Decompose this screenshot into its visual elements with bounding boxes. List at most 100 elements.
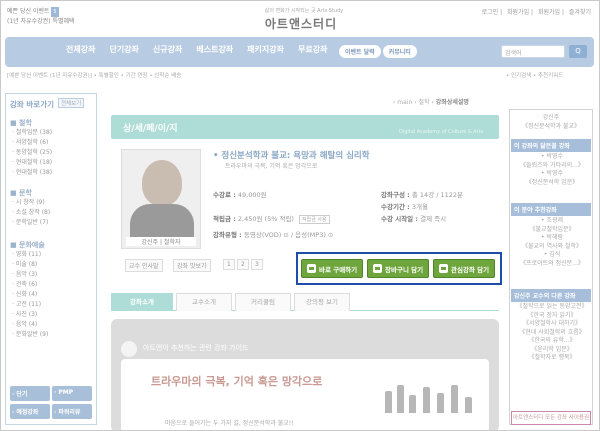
nav-pill-event[interactable]: 이벤트 달력	[339, 45, 381, 58]
quick-pmp-button[interactable]: · PMP	[52, 386, 92, 401]
nav-pill-community[interactable]: 커뮤니티	[382, 45, 417, 58]
nav-item-free[interactable]: 무료강좌	[293, 44, 332, 55]
quick-upcoming-button[interactable]: · 예정강좌	[10, 404, 50, 419]
list-item[interactable]: • 조광제	[514, 217, 590, 226]
preview-page-3[interactable]: 3	[251, 259, 263, 270]
list-item[interactable]: 《서양철학사 대하기》	[514, 320, 590, 329]
list-item[interactable]: 《정신분석학 입문》	[514, 179, 590, 188]
lecture-preview-button[interactable]: 강좌 맛보기	[173, 259, 211, 272]
cart-icon	[307, 264, 316, 273]
heart-icon	[439, 264, 448, 273]
list-item[interactable]: 《한국의 유학...》	[514, 337, 590, 346]
list-item[interactable]: 《윤리학 입문》	[514, 346, 590, 355]
sidebar-view-all-button[interactable]: 전체보기	[58, 98, 85, 108]
list-item[interactable]: 《들뢰즈와 가타리의...》	[514, 162, 590, 171]
sidebar-head-arts[interactable]: ■ 문화예술	[10, 240, 45, 250]
top-link-bookmark[interactable]: 즐겨찾기	[569, 9, 591, 16]
tab-teacher[interactable]: 교수소개	[176, 293, 232, 311]
tab-reviews[interactable]: 강의평 보기	[294, 293, 350, 311]
list-item[interactable]: · 음악 (4)	[12, 320, 48, 330]
buy-now-label: 바로 구매하기	[319, 265, 358, 274]
breadcrumb-path[interactable]: › main › 철학 ›	[393, 99, 436, 106]
list-item[interactable]: · 현대철학 (38)	[12, 168, 52, 178]
nav-item-new[interactable]: 신규강좌	[148, 44, 187, 55]
add-to-cart-label: 장바구니 담기	[385, 265, 424, 274]
tab-curriculum[interactable]: 커리큘럼	[235, 293, 291, 311]
nav-item-best[interactable]: 베스트강좌	[191, 44, 238, 55]
keyword-links[interactable]: • 인기검색 • 추천키워드	[506, 71, 563, 79]
top-link-join[interactable]: 회원가입	[507, 9, 529, 16]
list-item[interactable]: • 김석	[514, 251, 590, 260]
guide-illustration	[381, 383, 477, 413]
preview-page-2[interactable]: 2	[237, 259, 249, 270]
event-banner[interactable]: 예쁜 당신 이벤트 5 (1년 자유수강권) 특별혜택	[7, 7, 117, 33]
right-head-similar: 이 강좌의 닮은꼴 강좌	[511, 139, 591, 152]
list-item[interactable]: · 문학일반 (7)	[12, 218, 50, 228]
guide-headline: 트라우마의 극복, 기억 혹은 망각으로	[151, 375, 323, 388]
logo-subtitle: 삶의 변화가 시작되는 곳 Arts Study	[264, 8, 344, 14]
tab-intro[interactable]: 강좌소개	[111, 293, 173, 311]
quick-short-button[interactable]: · 단기	[10, 386, 50, 401]
list-item[interactable]: 《프로이트와 정신분...》	[514, 260, 590, 269]
top-links: 로그인 | 회원가입 | 회원가입 | 즐겨찾기	[481, 9, 591, 16]
sidebar-head-literature[interactable]: ■ 문학	[10, 188, 32, 198]
list-item[interactable]: · 신화 (4)	[12, 290, 48, 300]
list-item[interactable]: · 음악 (3)	[12, 270, 48, 280]
list-item[interactable]: • 박영수	[514, 170, 590, 179]
type-value[interactable]: 동영상(VOD) ⊙ / 음성(MP3) ⊙	[244, 231, 334, 239]
preview-page-1[interactable]: 1	[223, 259, 235, 270]
composition-value: 총 14강 / 1122분	[411, 191, 464, 199]
list-item[interactable]: 《불교의 역사와 철학》	[514, 243, 590, 252]
list-item[interactable]: 《현대 사회철학의 흐름》	[514, 329, 590, 338]
list-item[interactable]: · 사진 (3)	[12, 310, 48, 320]
add-to-wishlist-label: 관심강좌 담기	[451, 265, 490, 274]
teacher-greeting-button[interactable]: 교수 인사말	[125, 259, 163, 272]
tree-icon	[385, 391, 392, 413]
breadcrumb-current: 강좌상세설명	[435, 99, 469, 106]
list-item[interactable]: · 소설 창작 (8)	[12, 208, 50, 218]
sidebar-quick-row1: · 단기 · PMP	[10, 386, 92, 401]
nav-item-short[interactable]: 단기강좌	[104, 44, 143, 55]
list-item[interactable]: · 영화 (11)	[12, 250, 48, 260]
reserve-label: 적립금 :	[213, 215, 236, 223]
buy-now-button[interactable]: 바로 구매하기	[301, 259, 364, 278]
list-item[interactable]: · 서양철학 (6)	[12, 138, 52, 148]
add-to-wishlist-button[interactable]: 관심강좌 담기	[433, 259, 496, 278]
list-item[interactable]: · 고전 (11)	[12, 300, 48, 310]
list-item[interactable]: 《불교철학입문》	[514, 226, 590, 235]
reserve-tag[interactable]: 적립금 사용	[299, 215, 330, 224]
list-item[interactable]: • 박해람	[514, 234, 590, 243]
add-to-cart-button[interactable]: 장바구니 담기	[367, 259, 430, 278]
list-item[interactable]: · 미술 (8)	[12, 260, 48, 270]
sidebar-head-philosophy[interactable]: ■ 철학	[10, 118, 32, 128]
list-item[interactable]: · 문화일반 (9)	[12, 330, 48, 340]
site-logo[interactable]: 아트앤스터디	[241, 15, 361, 32]
search-input[interactable]: 검색어	[501, 45, 565, 58]
sidebar-list-arts: · 영화 (11) · 미술 (8) · 음악 (3) · 건축 (6) · 신…	[12, 250, 48, 340]
list-item[interactable]: 《한국 장자 읽기》	[514, 312, 590, 321]
list-item[interactable]: · 현대철학 (18)	[12, 158, 52, 168]
list-item[interactable]: 《철학자로 행복》	[514, 354, 590, 363]
quick-review-button[interactable]: · 파워리뷰	[52, 404, 92, 419]
nav-item-package[interactable]: 패키지강좌	[242, 44, 289, 55]
pass-banner[interactable]: 아트앤스터디 모든 강좌 사이용권	[511, 411, 591, 425]
list-item[interactable]: • 박영수	[514, 153, 590, 162]
top-link-join2[interactable]: 회원가입	[538, 9, 560, 16]
list-item[interactable]: · 동양철학 (25)	[12, 148, 52, 158]
right-head-recommend: 이 분야 추천강좌	[511, 203, 591, 216]
right-teacher-box: 강신주 《정신분석학과 불교》	[511, 113, 591, 131]
sidebar-title: 강좌 바로가기	[10, 100, 55, 109]
nav-item-all[interactable]: 전체강좌	[61, 44, 100, 55]
list-item[interactable]: · 시 창작 (9)	[12, 198, 50, 208]
composition-label: 강좌구성 :	[381, 191, 410, 199]
search-button[interactable]: Q	[569, 45, 587, 58]
teacher-body	[130, 204, 194, 240]
list-item[interactable]: · 철학입문 (38)	[12, 128, 52, 138]
top-link-login[interactable]: 로그인	[482, 9, 499, 16]
price-row: 수강료 : 49,000원	[213, 189, 267, 199]
period-label: 수강기간 :	[381, 203, 410, 211]
promo-subbar[interactable]: [예쁜 당신 이벤트 (1년 자유수강권)] • 특별할인 • 기간 연장 • …	[7, 71, 181, 79]
list-item[interactable]: · 건축 (6)	[12, 280, 48, 290]
right-teacher-course[interactable]: 《정신분석학과 불교》	[511, 122, 591, 131]
list-item[interactable]: 《철학으로 읽는 동양고전》	[514, 303, 590, 312]
